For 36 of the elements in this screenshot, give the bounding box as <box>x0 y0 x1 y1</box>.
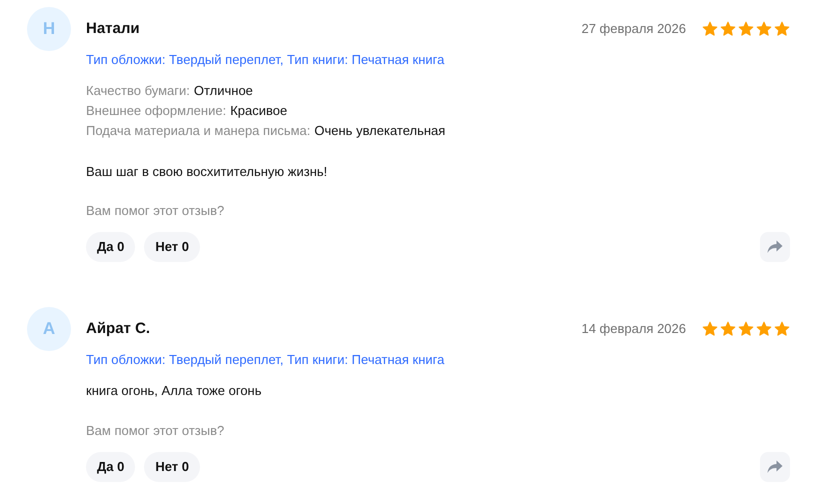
attribute-label: Внешнее оформление: <box>86 102 226 120</box>
star-icon <box>720 321 736 337</box>
vote-button[interactable]: Нет 0 <box>144 232 200 262</box>
star-icon <box>702 321 718 337</box>
star-icon <box>702 21 718 37</box>
star-icon <box>774 321 790 337</box>
reviewer-name: Айрат С. <box>86 318 150 339</box>
variant-link[interactable]: Тип обложки: Твердый переплет, Тип книги: Печатная книга <box>86 351 444 369</box>
review-date: 27 февраля 2026 <box>581 20 686 38</box>
attribute-label: Подача материала и манера письма: <box>86 122 310 140</box>
share-button[interactable] <box>760 452 790 482</box>
star-icon <box>756 21 772 37</box>
avatar: А <box>27 307 71 351</box>
star-icon <box>738 321 754 337</box>
attribute-value: Очень увлекательная <box>314 122 446 140</box>
attribute-value: Отличное <box>194 82 253 100</box>
share-icon <box>767 240 783 254</box>
vote-button[interactable]: Да 0 <box>86 232 136 262</box>
vote-button[interactable]: Нет 0 <box>144 452 200 482</box>
review-text: Ваш шаг в свою восхитительную жизнь! <box>86 163 328 181</box>
helpful-question: Вам помог этот отзыв? <box>86 422 224 440</box>
star-icon <box>756 321 772 337</box>
reviewer-name: Натали <box>86 18 140 39</box>
share-button[interactable] <box>760 232 790 262</box>
helpful-question: Вам помог этот отзыв? <box>86 202 224 220</box>
review-date: 14 февраля 2026 <box>581 320 686 338</box>
attribute-value: Красивое <box>230 102 288 120</box>
vote-button[interactable]: Да 0 <box>86 452 136 482</box>
review-text: книга огонь, Алла тоже огонь <box>86 382 262 400</box>
avatar: Н <box>27 7 71 51</box>
star-icon <box>738 21 754 37</box>
star-icon <box>774 21 790 37</box>
variant-link[interactable]: Тип обложки: Твердый переплет, Тип книги: Печатная книга <box>86 51 444 69</box>
share-icon <box>767 460 783 474</box>
star-icon <box>720 21 736 37</box>
attribute-label: Качество бумаги: <box>86 82 190 100</box>
